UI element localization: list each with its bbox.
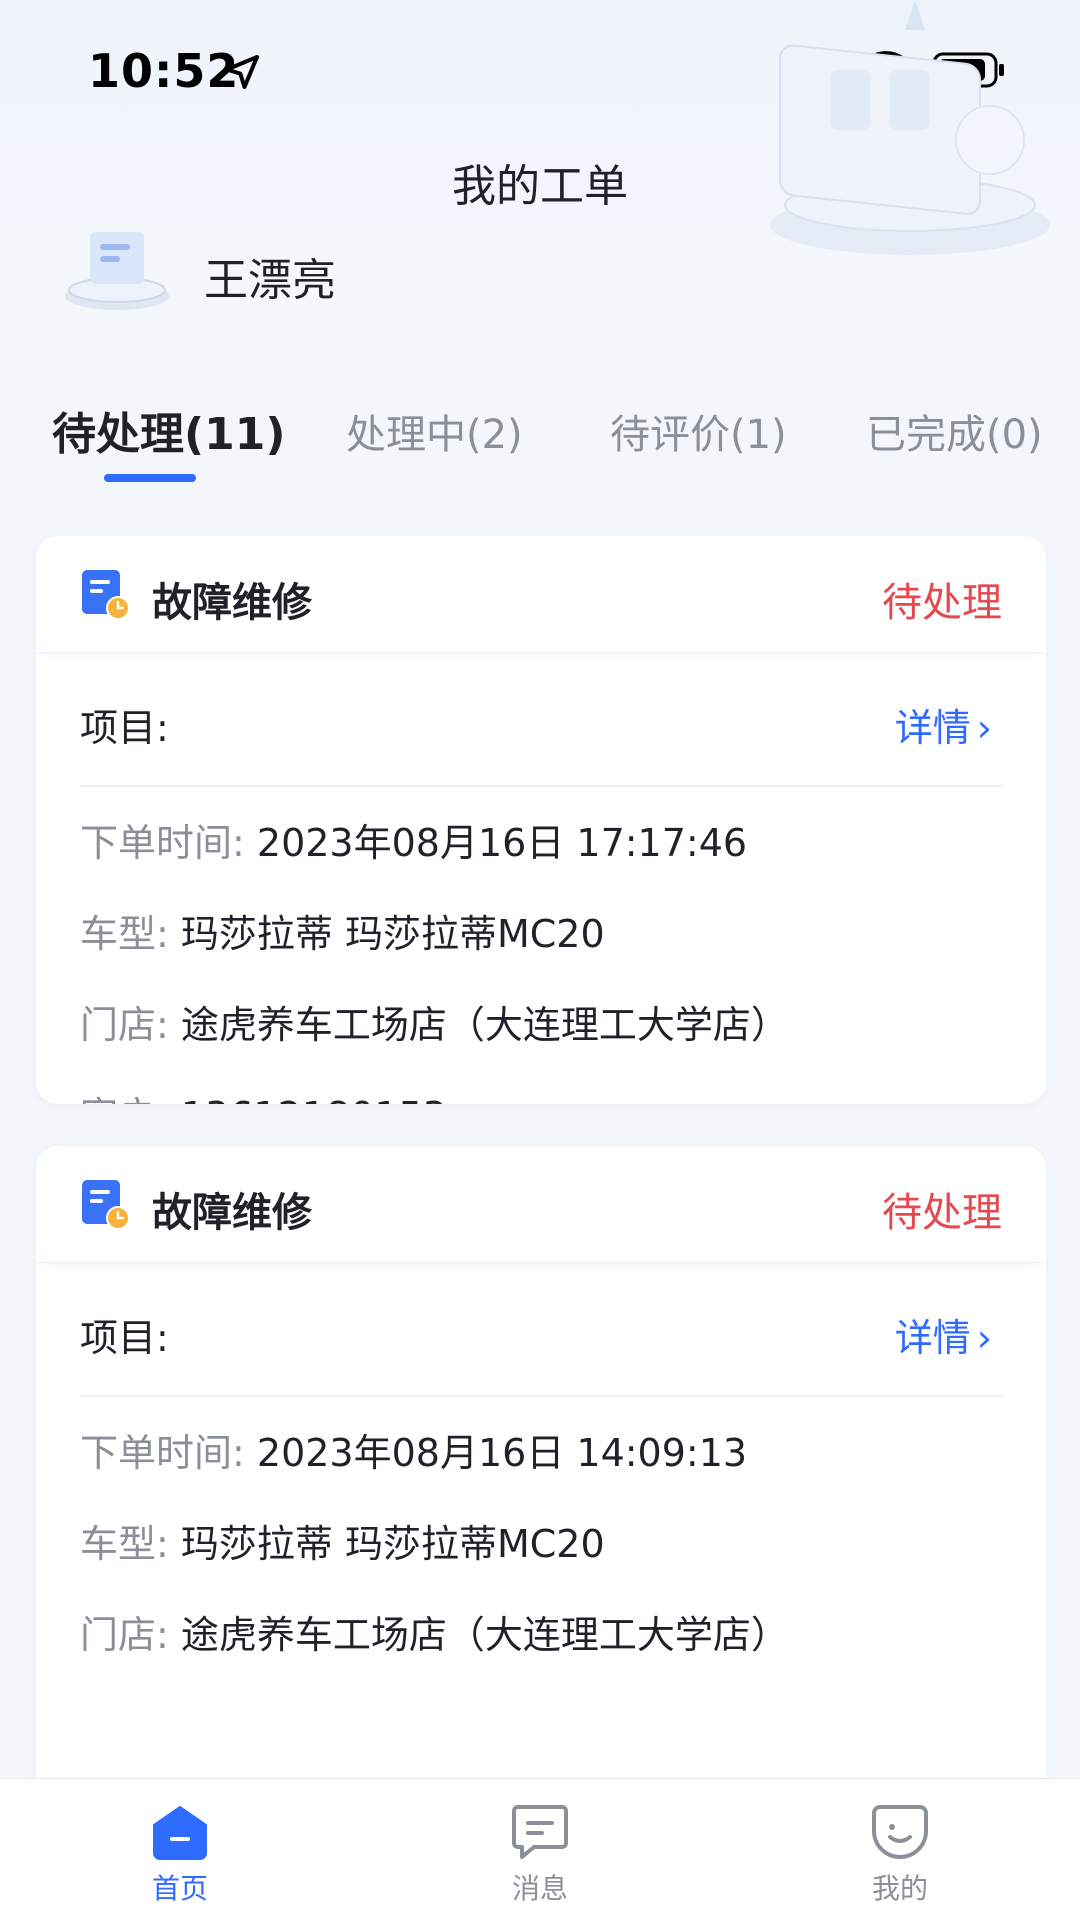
nav-profile[interactable]: 我的 xyxy=(820,1803,980,1907)
order-type: 故障维修 xyxy=(152,1190,312,1236)
message-icon xyxy=(512,1805,568,1859)
project-row: 项目: 详情 › xyxy=(36,653,1046,787)
work-order-icon xyxy=(82,570,130,620)
nav-profile-label: 我的 xyxy=(871,1872,928,1905)
nav-home[interactable]: 首页 xyxy=(100,1803,260,1907)
bottom-navigation: 首页 消息 我的 xyxy=(0,1778,1080,1921)
store-row: 门店: 途虎养车工场店（大连理工大学店） xyxy=(80,1613,789,1657)
card-header: 故障维修 待处理 xyxy=(36,1146,1046,1263)
tab-pending[interactable]: 待处理(11) xyxy=(52,398,285,462)
tab-in-progress[interactable]: 处理中(2) xyxy=(346,402,523,460)
order-status-badge: 待处理 xyxy=(882,580,1002,626)
car-model-row: 车型: 玛莎拉蒂 玛莎拉蒂MC20 xyxy=(80,912,605,956)
project-label: 项目: xyxy=(80,1316,169,1360)
work-order-card[interactable]: 故障维修 待处理 项目: 详情 › 下单时间: 2023年08月16日 14:09… xyxy=(36,1146,1046,1778)
work-order-panel: 待处理(11) 处理中(2) 待评价(1) 已完成(0) 故障维修 待处理 项目… xyxy=(0,358,1080,1778)
nav-messages[interactable]: 消息 xyxy=(460,1803,620,1907)
order-time-row: 下单时间: 2023年08月16日 17:17:46 xyxy=(80,821,748,865)
detail-link[interactable]: 详情 › xyxy=(895,697,992,752)
tab-to-review[interactable]: 待评价(1) xyxy=(610,402,787,460)
order-info-list: 下单时间: 2023年08月16日 14:09:13 车型: 玛莎拉蒂 玛莎拉蒂… xyxy=(36,1397,1046,1696)
car-model-row: 车型: 玛莎拉蒂 玛莎拉蒂MC20 xyxy=(80,1522,605,1566)
work-order-card[interactable]: 故障维修 待处理 项目: 详情 › 下单时间: 2023年08月16日 17:17… xyxy=(36,536,1046,1104)
chevron-right-icon: › xyxy=(976,706,992,750)
home-icon xyxy=(153,1806,207,1860)
divider xyxy=(80,1395,1002,1397)
work-order-icon xyxy=(82,1180,130,1230)
user-avatar-icon xyxy=(65,232,169,310)
order-type: 故障维修 xyxy=(152,580,312,626)
status-time: 10:52 xyxy=(88,44,240,98)
active-tab-indicator xyxy=(104,474,196,482)
user-name: 王漂亮 xyxy=(204,255,336,306)
project-label: 项目: xyxy=(80,706,169,750)
profile-icon xyxy=(872,1805,928,1860)
header-illustration xyxy=(770,0,1050,255)
order-info-list: 下单时间: 2023年08月16日 17:17:46 车型: 玛莎拉蒂 玛莎拉蒂… xyxy=(36,787,1046,1104)
customer-row: 客户: 13612180153 xyxy=(36,1086,1046,1104)
tab-completed[interactable]: 已完成(0) xyxy=(866,402,1043,460)
status-tabs: 待处理(11) 处理中(2) 待评价(1) 已完成(0) xyxy=(0,358,1080,488)
store-row: 门店: 途虎养车工场店（大连理工大学店） xyxy=(80,1003,789,1047)
order-status-badge: 待处理 xyxy=(882,1190,1002,1236)
card-header: 故障维修 待处理 xyxy=(36,536,1046,653)
nav-home-label: 首页 xyxy=(151,1872,208,1905)
detail-link[interactable]: 详情 › xyxy=(895,1307,992,1362)
divider xyxy=(80,785,1002,787)
project-row: 项目: 详情 › xyxy=(36,1263,1046,1397)
nav-messages-label: 消息 xyxy=(511,1872,568,1905)
chevron-right-icon: › xyxy=(976,1316,992,1360)
location-arrow-icon xyxy=(225,55,259,89)
page-title: 我的工单 xyxy=(452,161,628,212)
order-time-row: 下单时间: 2023年08月16日 14:09:13 xyxy=(80,1431,748,1475)
